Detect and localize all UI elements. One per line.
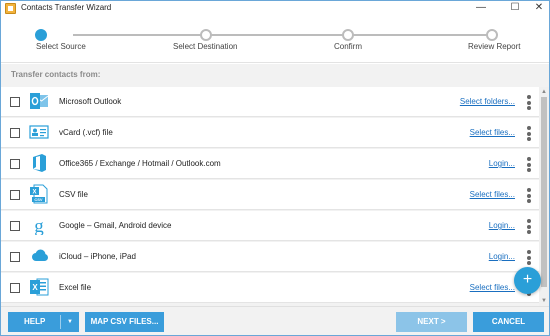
step-confirm-label: Confirm [334, 42, 363, 51]
google-icon: g [34, 216, 44, 235]
step-select-destination-label: Select Destination [173, 42, 238, 51]
section-heading: Transfer contacts from: [11, 70, 101, 79]
outlook-icon [30, 93, 49, 109]
select-folders-link[interactable]: Select folders... [460, 97, 515, 106]
app-icon [5, 3, 16, 14]
maximize-button[interactable]: ☐ [503, 1, 527, 17]
scrollbar-thumb[interactable] [541, 97, 547, 287]
more-options-icon[interactable] [527, 219, 531, 234]
more-options-icon[interactable] [527, 126, 531, 141]
source-label: Excel file [59, 283, 92, 292]
scroll-down-arrow-icon[interactable]: ▼ [539, 296, 549, 306]
source-checkbox[interactable] [10, 252, 20, 262]
step-review-report-label: Review Report [468, 42, 521, 51]
login-link[interactable]: Login... [489, 221, 515, 230]
icloud-icon [32, 249, 48, 261]
login-link[interactable]: Login... [489, 252, 515, 261]
scroll-up-arrow-icon[interactable]: ▲ [539, 87, 549, 97]
source-label: Microsoft Outlook [59, 97, 122, 106]
title-bar: Contacts Transfer Wizard — ☐ ✕ [1, 1, 549, 17]
source-row-csv[interactable]: X CSV CSV file Select files... [1, 180, 539, 210]
source-row-google[interactable]: g Google – Gmail, Android device Login..… [1, 211, 539, 241]
svg-text:X: X [32, 283, 38, 292]
cancel-button[interactable]: CANCEL [473, 312, 544, 332]
excel-icon: X [30, 278, 49, 296]
source-row-icloud[interactable]: iCloud – iPhone, iPad Login... [1, 242, 539, 272]
select-files-link[interactable]: Select files... [470, 128, 515, 137]
footer-bar: HELP ▼ MAP CSV FILES... NEXT > CANCEL [1, 306, 549, 335]
steps-track [73, 34, 493, 36]
select-files-link[interactable]: Select files... [470, 283, 515, 292]
minimize-button[interactable]: — [469, 1, 493, 17]
step-select-destination-marker [200, 29, 212, 41]
source-label: Office365 / Exchange / Hotmail / Outlook… [59, 159, 221, 168]
csv-file-icon: X CSV [30, 184, 48, 204]
source-label: CSV file [59, 190, 88, 199]
source-checkbox[interactable] [10, 221, 20, 231]
source-label: vCard (.vcf) file [59, 128, 113, 137]
step-review-report-marker [486, 29, 498, 41]
source-label: Google – Gmail, Android device [59, 221, 172, 230]
list-scrollbar[interactable]: ▲ ▼ [539, 87, 549, 306]
main-content: Transfer contacts from: Microsoft Outloo… [1, 64, 549, 306]
source-checkbox[interactable] [10, 283, 20, 293]
step-select-source-label: Select Source [36, 42, 86, 51]
wizard-steps: Select Source Select Destination Confirm… [1, 17, 549, 63]
source-row-outlook[interactable]: Microsoft Outlook Select folders... [1, 87, 539, 117]
add-source-button[interactable]: + [514, 267, 541, 294]
source-row-excel[interactable]: X Excel file Select files... [1, 273, 539, 303]
office365-icon [33, 154, 46, 172]
source-label: iCloud – iPhone, iPad [59, 252, 136, 261]
source-checkbox[interactable] [10, 97, 20, 107]
login-link[interactable]: Login... [489, 159, 515, 168]
select-files-link[interactable]: Select files... [470, 190, 515, 199]
svg-text:g: g [34, 216, 44, 235]
close-button[interactable]: ✕ [527, 1, 549, 17]
more-options-icon[interactable] [527, 157, 531, 172]
wizard-window: Contacts Transfer Wizard — ☐ ✕ Select So… [0, 0, 550, 336]
help-split-divider [60, 315, 61, 329]
source-list: Microsoft Outlook Select folders... vCar… [1, 87, 539, 306]
source-checkbox[interactable] [10, 159, 20, 169]
source-row-vcard[interactable]: vCard (.vcf) file Select files... [1, 118, 539, 148]
chevron-down-icon[interactable]: ▼ [67, 312, 73, 332]
map-csv-files-button[interactable]: MAP CSV FILES... [85, 312, 164, 332]
more-options-icon[interactable] [527, 95, 531, 110]
source-row-office365[interactable]: Office365 / Exchange / Hotmail / Outlook… [1, 149, 539, 179]
more-options-icon[interactable] [527, 250, 531, 265]
source-checkbox[interactable] [10, 128, 20, 138]
window-title: Contacts Transfer Wizard [21, 3, 112, 12]
step-confirm-marker [342, 29, 354, 41]
more-options-icon[interactable] [527, 188, 531, 203]
vcard-icon [29, 125, 49, 139]
next-button[interactable]: NEXT > [396, 312, 467, 332]
help-button-label: HELP [24, 317, 46, 326]
svg-text:X: X [32, 190, 36, 196]
svg-text:CSV: CSV [34, 197, 43, 202]
step-select-source-marker [35, 29, 47, 41]
source-checkbox[interactable] [10, 190, 20, 200]
help-button[interactable]: HELP ▼ [8, 312, 79, 332]
